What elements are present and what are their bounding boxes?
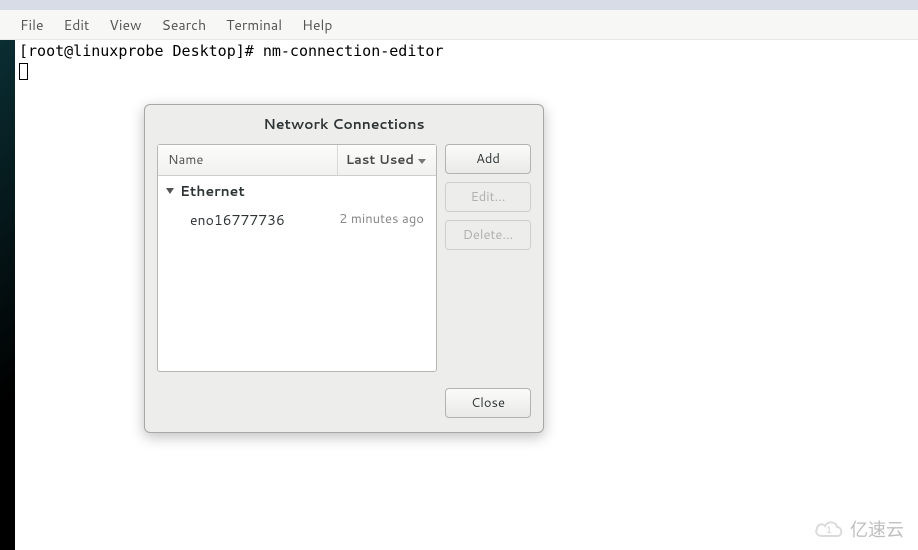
edit-button: Edit... <box>445 182 531 212</box>
dialog-button-column: Add Edit... Delete... <box>445 144 531 372</box>
add-button[interactable]: Add <box>445 144 531 174</box>
terminal-menubar: File Edit View Search Terminal Help <box>0 10 918 40</box>
connection-name: eno16777736 <box>190 210 339 230</box>
connection-list[interactable]: Name Last Used Ethernet eno16777736 2 mi… <box>157 144 437 372</box>
dialog-footer: Close <box>145 382 543 432</box>
window-chrome-top <box>0 0 918 10</box>
svg-text:1: 1 <box>826 525 831 535</box>
menu-view[interactable]: View <box>99 11 151 39</box>
expander-icon[interactable] <box>166 188 174 194</box>
close-button[interactable]: Close <box>445 388 531 418</box>
watermark: 1 亿速云 <box>814 516 904 542</box>
column-header-last-used[interactable]: Last Used <box>338 145 436 175</box>
terminal-prompt: [root@linuxprobe Desktop]# <box>19 42 263 60</box>
menu-edit[interactable]: Edit <box>54 11 100 39</box>
menu-help[interactable]: Help <box>292 11 342 39</box>
connection-group-label: Ethernet <box>180 181 245 201</box>
list-rows: Ethernet eno16777736 2 minutes ago <box>158 176 436 371</box>
terminal-command: nm-connection-editor <box>263 42 444 60</box>
menu-search[interactable]: Search <box>152 11 217 39</box>
list-header: Name Last Used <box>158 145 436 176</box>
terminal-cursor <box>19 63 28 80</box>
terminal-output[interactable]: [root@linuxprobe Desktop]# nm-connection… <box>15 40 918 81</box>
chevron-down-icon <box>418 159 426 164</box>
connection-row[interactable]: eno16777736 2 minutes ago <box>158 206 436 234</box>
column-header-name[interactable]: Name <box>158 145 338 175</box>
watermark-text: 亿速云 <box>850 516 904 542</box>
menu-terminal[interactable]: Terminal <box>216 11 292 39</box>
delete-button: Delete... <box>445 220 531 250</box>
desktop-background-strip <box>0 40 15 550</box>
connection-last-used: 2 minutes ago <box>339 210 428 230</box>
terminal-window: File Edit View Search Terminal Help <box>0 10 918 40</box>
menu-file[interactable]: File <box>10 11 54 39</box>
network-connections-dialog: Network Connections Name Last Used Ether… <box>144 104 544 433</box>
connection-group-row[interactable]: Ethernet <box>158 176 436 206</box>
column-header-last-used-label: Last Used <box>346 151 414 169</box>
cloud-icon: 1 <box>814 518 844 540</box>
dialog-title: Network Connections <box>145 105 543 144</box>
